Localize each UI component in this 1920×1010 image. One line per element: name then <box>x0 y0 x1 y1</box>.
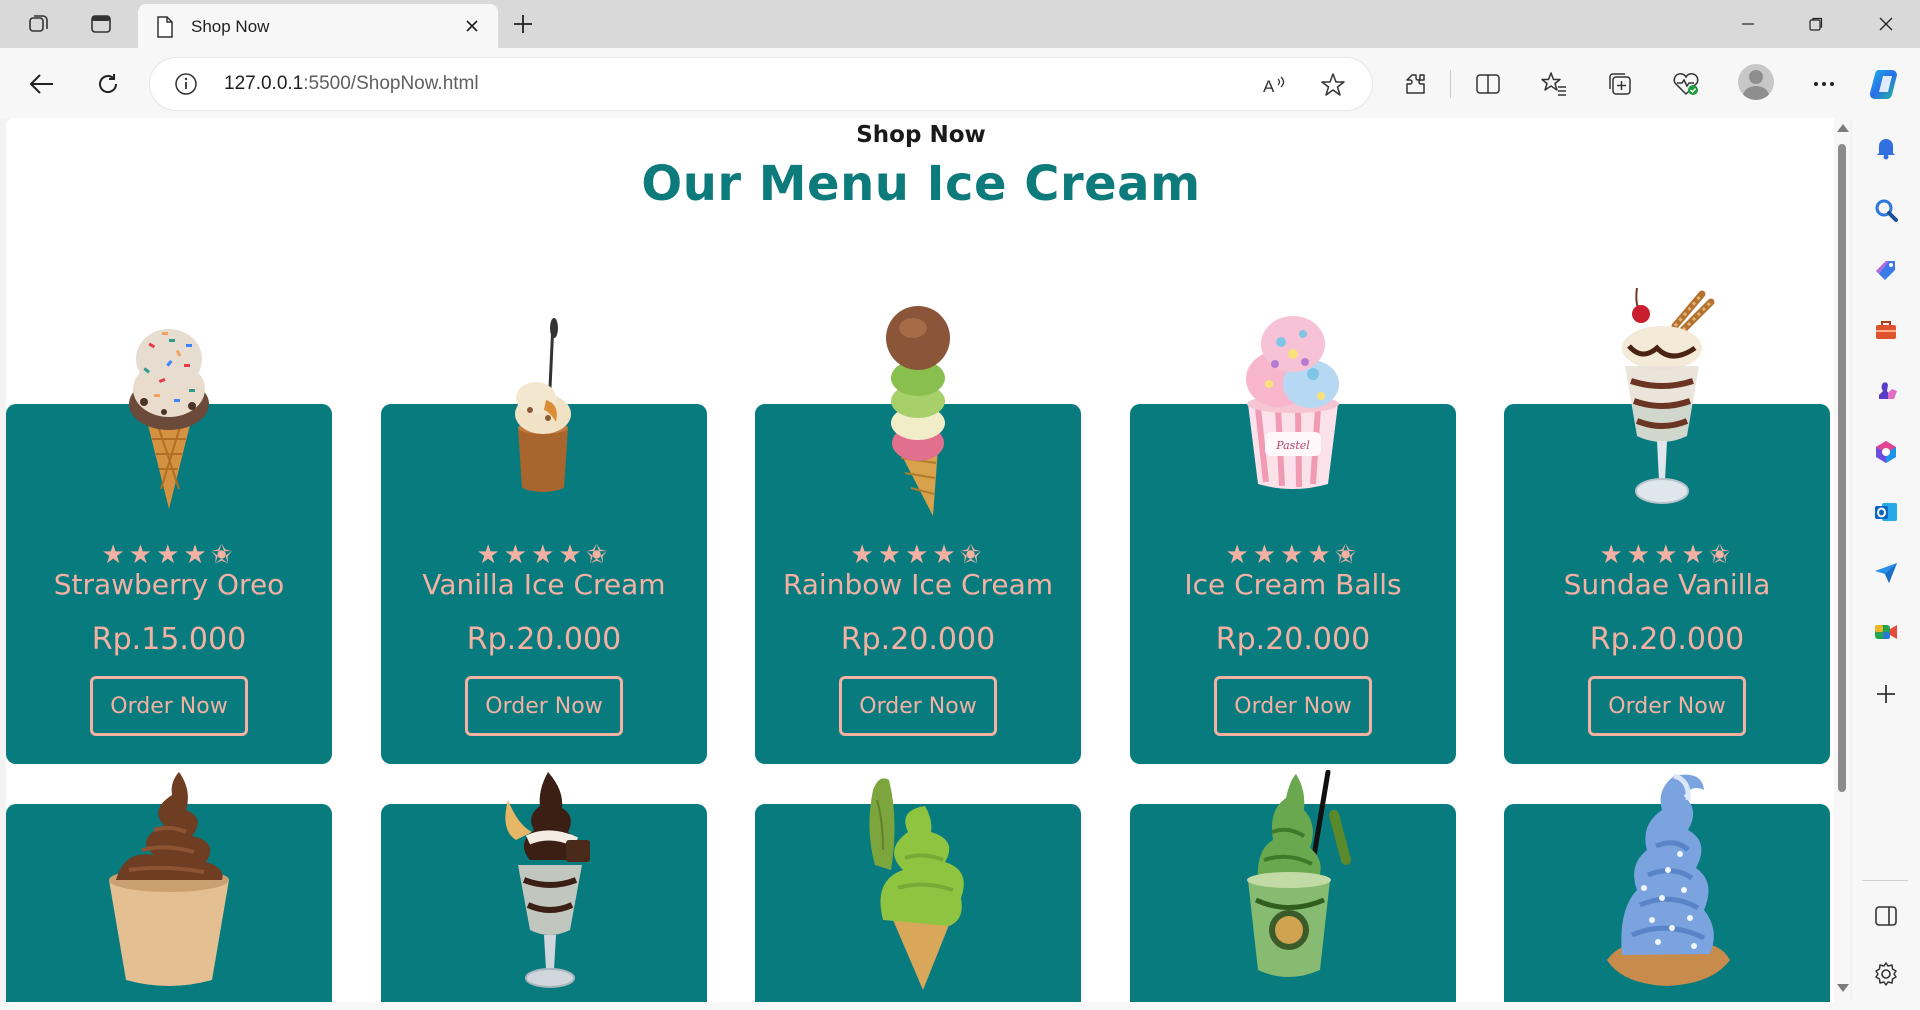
matcha-parfait-cup-image <box>1247 770 1351 977</box>
product-price: Rp.20.000 <box>1215 622 1371 657</box>
page-icon <box>156 16 174 42</box>
notification-bell-icon[interactable] <box>1870 132 1902 164</box>
product-name: Vanilla Ice Cream <box>422 568 666 601</box>
sundae-vanilla-glass-image <box>1622 287 1715 504</box>
tab-strip: Shop Now <box>0 0 1920 48</box>
meet-video-icon[interactable] <box>1870 616 1902 648</box>
product-price: Rp.20.000 <box>1589 622 1745 657</box>
send-drop-icon[interactable] <box>1870 556 1902 588</box>
split-screen-icon[interactable] <box>1468 64 1508 104</box>
ice-cream-balls-cup-image: Pastel <box>1246 316 1339 489</box>
product-price: Rp.20.000 <box>840 622 996 657</box>
chocolate-sundae-glass-image <box>505 772 590 988</box>
product-name: Sundae Vanilla <box>1563 568 1771 601</box>
order-now-button[interactable]: Order Now <box>465 676 623 736</box>
chocolate-soft-serve-cup-image <box>109 772 229 986</box>
product-name: Ice Cream Balls <box>1184 568 1402 601</box>
tab-shop-now[interactable]: Shop Now <box>138 4 498 48</box>
microsoft-365-icon[interactable] <box>1870 436 1902 468</box>
sidebar-settings-gear-icon[interactable] <box>1870 958 1902 990</box>
workspaces-icon[interactable] <box>24 10 54 38</box>
add-sidebar-app-icon[interactable] <box>1870 678 1902 710</box>
product-price: Rp.15.000 <box>91 622 247 657</box>
vertical-tabs-icon[interactable] <box>86 10 116 38</box>
url-path: :5500/ShopNow.html <box>303 73 479 94</box>
extensions-icon[interactable] <box>1396 64 1436 104</box>
new-tab-button[interactable] <box>508 10 538 38</box>
product-price: Rp.20.000 <box>466 622 622 657</box>
product-name: Strawberry Oreo <box>53 568 285 601</box>
site-info-icon[interactable] <box>174 72 198 100</box>
read-aloud-icon[interactable]: A <box>1260 70 1290 100</box>
outlook-icon[interactable] <box>1870 496 1902 528</box>
rating-stars: ★★★★✬ <box>1225 540 1361 570</box>
rating-stars: ★★★★✬ <box>101 540 237 570</box>
favorites-icon[interactable] <box>1534 64 1574 104</box>
svg-text:Pastel: Pastel <box>1275 439 1310 452</box>
url-host: 127.0.0.1 <box>224 73 304 94</box>
scroll-down-arrow[interactable] <box>1837 984 1849 992</box>
url-text[interactable]: 127.0.0.1:5500/ShopNow.html <box>224 73 479 95</box>
minimize-icon[interactable] <box>1722 8 1774 40</box>
search-icon[interactable] <box>1870 194 1902 226</box>
games-icon[interactable] <box>1870 374 1902 406</box>
strawberry-oreo-cone-image <box>129 329 209 509</box>
collections-icon[interactable] <box>1600 64 1640 104</box>
window-bottom-edge <box>0 1002 1852 1010</box>
page-title: Our Menu Ice Cream <box>641 156 1201 212</box>
order-now-button[interactable]: Order Now <box>1214 676 1372 736</box>
refresh-icon[interactable] <box>88 64 128 104</box>
close-window-icon[interactable] <box>1860 8 1912 40</box>
vanilla-ice-cream-cup-image <box>515 318 571 492</box>
copilot-icon[interactable] <box>1866 64 1906 104</box>
rainbow-ice-cream-cone-image <box>886 306 950 516</box>
rating-stars: ★★★★✬ <box>850 540 986 570</box>
order-now-button[interactable]: Order Now <box>839 676 997 736</box>
browser-essentials-icon[interactable] <box>1666 64 1706 104</box>
back-arrow-icon[interactable] <box>22 64 62 104</box>
scroll-up-arrow[interactable] <box>1837 124 1849 132</box>
sidebar-divider <box>1862 880 1908 881</box>
more-options-icon[interactable] <box>1804 64 1844 104</box>
browser-toolbar: 127.0.0.1:5500/ShopNow.html A <box>0 48 1920 118</box>
page-scrollbar[interactable] <box>1834 118 1850 1002</box>
blue-soft-serve-cone-image <box>1607 773 1730 986</box>
restore-icon[interactable] <box>1790 8 1842 40</box>
toolbar-separator <box>1450 70 1451 98</box>
close-tab-icon[interactable] <box>460 14 484 38</box>
rating-stars: ★★★★✬ <box>1599 540 1735 570</box>
scroll-thumb[interactable] <box>1838 144 1846 792</box>
svg-text:A: A <box>1263 77 1275 96</box>
hide-sidebar-icon[interactable] <box>1870 900 1902 932</box>
profile-avatar[interactable] <box>1738 64 1774 100</box>
shopping-tag-icon[interactable] <box>1870 254 1902 286</box>
tools-briefcase-icon[interactable] <box>1870 314 1902 346</box>
order-now-button[interactable]: Order Now <box>90 676 248 736</box>
address-bar[interactable]: 127.0.0.1:5500/ShopNow.html A <box>150 58 1372 110</box>
page-viewport: Shop Now Our Menu Ice Cream ★★★★✬ Strawb… <box>6 118 1836 1002</box>
tab-title: Shop Now <box>191 17 270 36</box>
favorite-star-icon[interactable] <box>1318 70 1348 100</box>
order-now-button[interactable]: Order Now <box>1588 676 1746 736</box>
product-name: Rainbow Ice Cream <box>782 568 1054 601</box>
edge-sidebar <box>1852 118 1920 1010</box>
page-subtitle: Shop Now <box>856 122 986 148</box>
rating-stars: ★★★★✬ <box>476 540 612 570</box>
matcha-soft-serve-cone-image <box>869 778 964 990</box>
